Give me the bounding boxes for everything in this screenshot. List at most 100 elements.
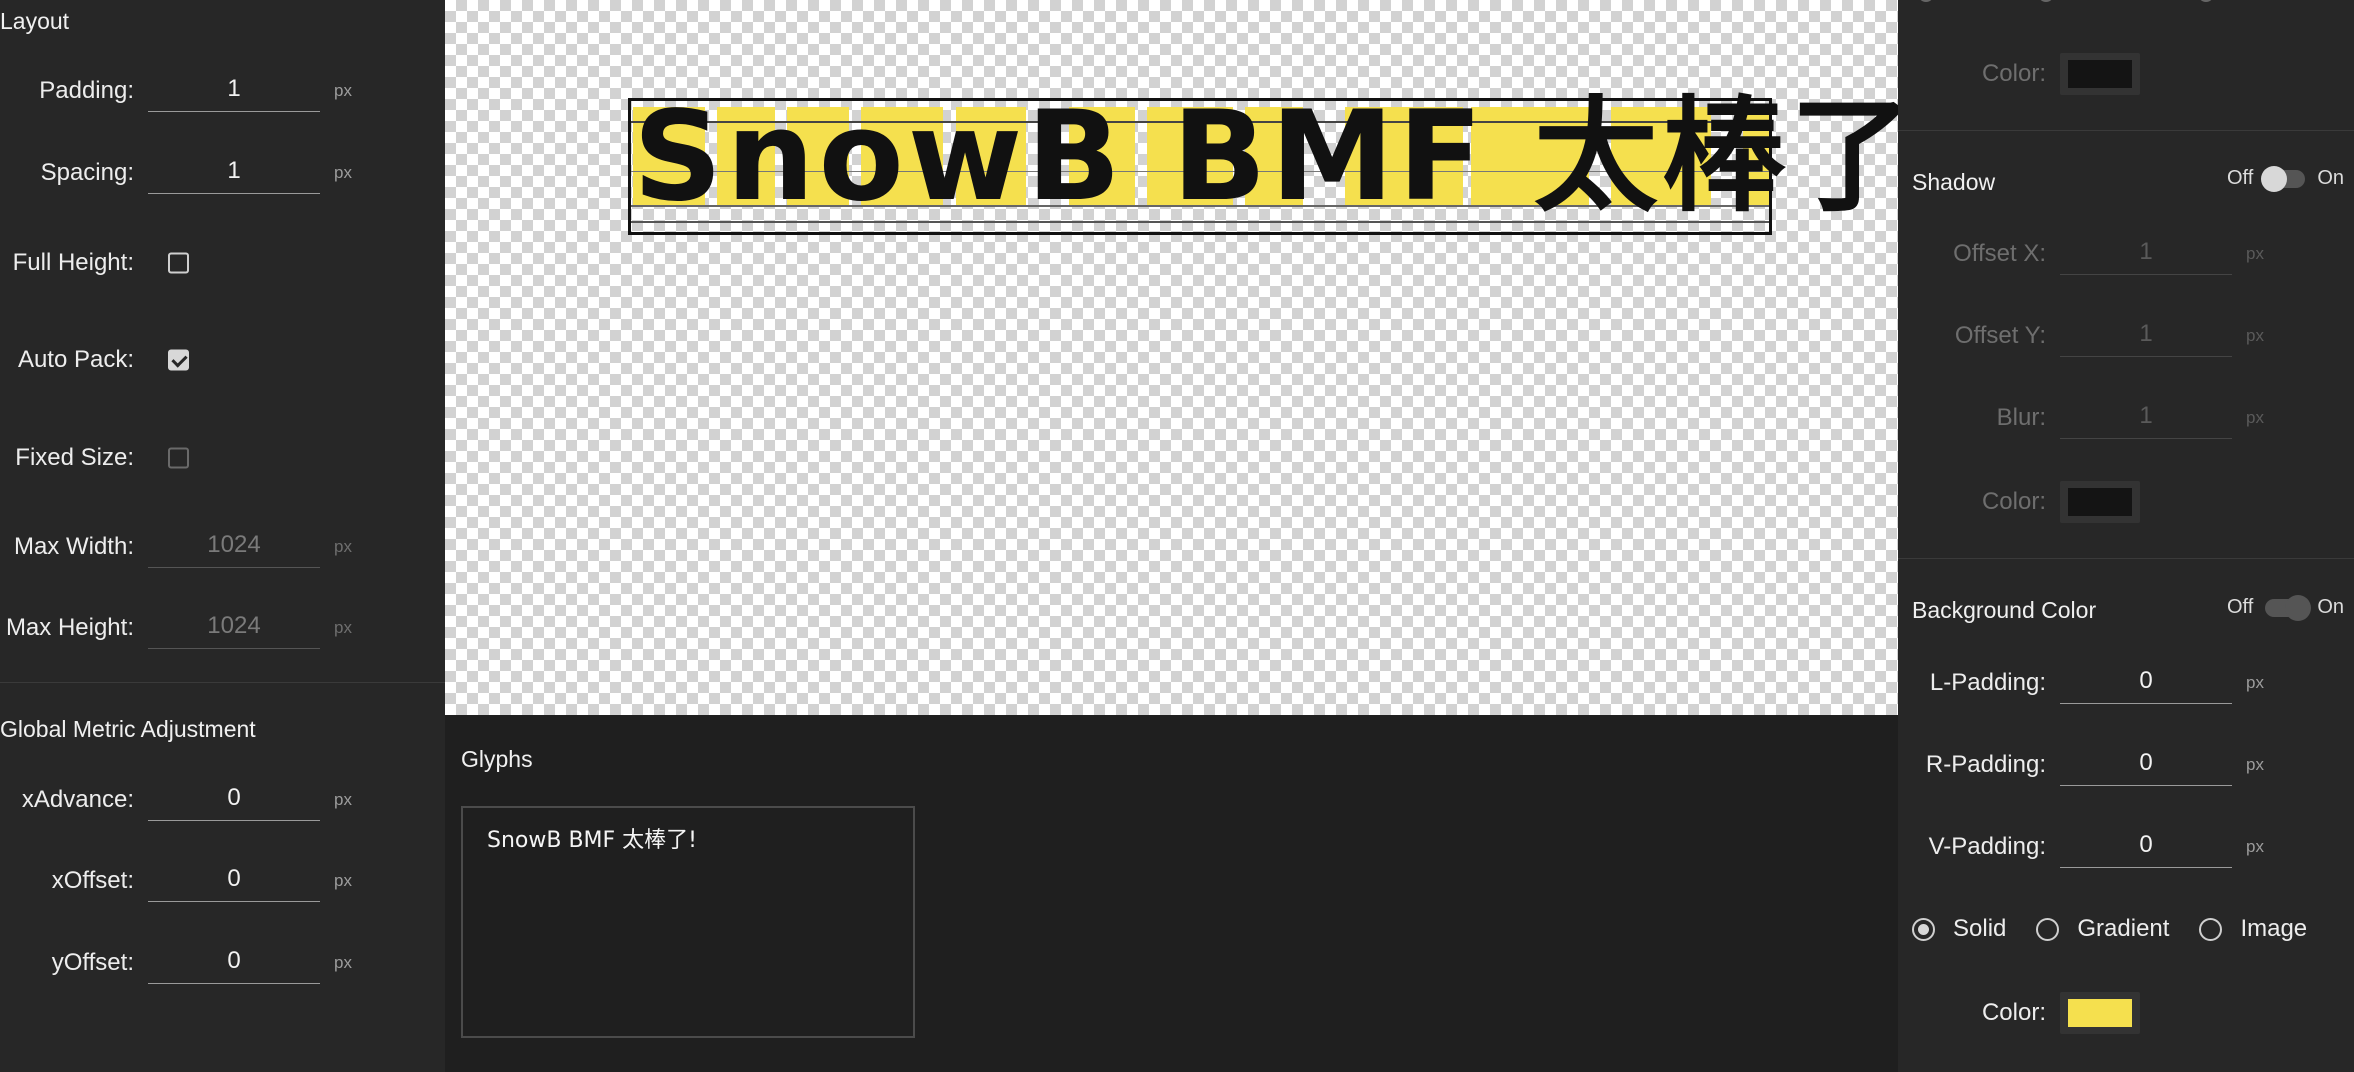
blur-row: Blur: px	[1898, 393, 2354, 443]
glyphs-input[interactable]	[461, 806, 915, 1038]
full-height-row: Full Height:	[0, 238, 445, 288]
shadow-color-label: Color:	[1981, 488, 2046, 515]
v-padding-unit: px	[2246, 837, 2264, 856]
l-padding-label: L-Padding:	[1929, 669, 2046, 696]
max-height-label: Max Height:	[5, 614, 134, 641]
blur-unit: px	[2246, 408, 2264, 427]
full-height-label: Full Height:	[12, 249, 134, 276]
radio-clipped[interactable]	[2038, 0, 2054, 2]
y-offset-input[interactable]	[148, 938, 320, 984]
full-height-checkbox[interactable]	[168, 252, 189, 274]
x-offset-input[interactable]	[148, 856, 320, 902]
l-padding-unit: px	[2246, 673, 2264, 692]
stroke-color-label: Color:	[1981, 60, 2046, 87]
v-padding-row: V-Padding: px	[1898, 822, 2354, 872]
r-padding-label: R-Padding:	[1925, 751, 2046, 778]
x-offset-row: xOffset: px	[0, 856, 445, 906]
background-color-swatch[interactable]	[2060, 992, 2140, 1034]
v-padding-label: V-Padding:	[1928, 833, 2046, 860]
section-divider	[1898, 558, 2354, 559]
atlas-canvas[interactable]: SnowB BMF 太棒了!	[445, 0, 1974, 715]
switch-knob	[2261, 165, 2288, 192]
radio-clipped[interactable]	[1918, 0, 1934, 2]
max-width-label: Max Width:	[13, 533, 134, 560]
offset-x-input[interactable]	[2060, 229, 2232, 275]
background-switch[interactable]	[2265, 594, 2312, 621]
fill-solid-label: Solid	[1953, 915, 2007, 942]
glyphs-title: Glyphs	[461, 746, 533, 772]
fixed-size-label: Fixed Size:	[15, 444, 134, 471]
fill-gradient-option[interactable]: Gradient	[2036, 915, 2169, 943]
fixed-size-row: Fixed Size:	[0, 433, 445, 483]
v-padding-input[interactable]	[2060, 822, 2232, 868]
max-height-unit: px	[334, 618, 352, 637]
background-off-label: Off	[2227, 596, 2254, 619]
padding-row: Padding: px	[0, 66, 445, 116]
offset-x-row: Offset X: px	[1898, 229, 2354, 279]
background-color-label: Color:	[1981, 999, 2046, 1026]
fill-type-group: Solid Gradient Image	[1912, 909, 2337, 949]
r-padding-unit: px	[2246, 755, 2264, 774]
fill-image-label: Image	[2240, 915, 2308, 942]
radio-gradient[interactable]	[2036, 917, 2060, 941]
layout-panel: Layout Padding: px Spacing: px Full Heig…	[0, 0, 445, 1072]
auto-pack-label: Auto Pack:	[17, 346, 134, 373]
stroke-color-row: Color:	[1898, 49, 2354, 99]
padding-input[interactable]	[148, 66, 320, 112]
metric-title: Global Metric Adjustment	[0, 716, 256, 742]
fill-image-option[interactable]: Image	[2199, 915, 2307, 943]
shadow-switch[interactable]	[2261, 165, 2306, 192]
r-padding-input[interactable]	[2060, 740, 2232, 786]
swatch-fill	[2068, 60, 2132, 88]
r-padding-row: R-Padding: px	[1898, 740, 2354, 790]
glyphs-panel: Glyphs	[445, 715, 1898, 1072]
spacing-label: Spacing:	[40, 159, 134, 186]
radio-clipped[interactable]	[2198, 0, 2214, 2]
shadow-color-swatch[interactable]	[2060, 481, 2140, 523]
max-height-input[interactable]	[148, 603, 320, 649]
offset-x-label: Offset X:	[1953, 240, 2046, 267]
background-on-label: On	[2317, 596, 2344, 619]
l-padding-row: L-Padding: px	[1898, 658, 2354, 708]
background-title: Background Color	[1912, 597, 2097, 623]
padding-label: Padding:	[39, 77, 134, 104]
y-offset-label: yOffset:	[51, 949, 134, 976]
x-offset-unit: px	[334, 871, 352, 890]
spacing-unit: px	[334, 163, 352, 182]
layout-title: Layout	[0, 8, 70, 34]
y-offset-row: yOffset: px	[0, 938, 445, 988]
x-advance-unit: px	[334, 790, 352, 809]
offset-y-input[interactable]	[2060, 311, 2232, 357]
offset-y-unit: px	[2246, 326, 2264, 345]
radio-solid[interactable]	[1912, 917, 1935, 941]
swatch-fill	[2068, 488, 2132, 516]
max-height-row: Max Height: px	[0, 603, 445, 653]
offset-y-label: Offset Y:	[1954, 322, 2046, 349]
fill-gradient-label: Gradient	[2077, 915, 2170, 942]
max-width-input[interactable]	[148, 522, 320, 568]
background-toggle[interactable]: Off On	[2227, 594, 2344, 621]
x-advance-label: xAdvance:	[21, 786, 134, 813]
shadow-toggle[interactable]: Off On	[2227, 165, 2344, 192]
section-divider	[0, 682, 445, 683]
x-offset-label: xOffset:	[51, 867, 134, 894]
max-width-row: Max Width: px	[0, 522, 445, 572]
spacing-input[interactable]	[148, 148, 320, 194]
auto-pack-checkbox[interactable]	[168, 349, 189, 371]
shadow-color-row: Color:	[1898, 477, 2354, 527]
style-panel: Color: Shadow Off On Offset X: px Offset …	[1898, 0, 2354, 1072]
max-width-unit: px	[334, 537, 352, 556]
offset-x-unit: px	[2246, 244, 2264, 263]
l-padding-input[interactable]	[2060, 658, 2232, 704]
blur-label: Blur:	[1996, 404, 2046, 431]
x-advance-input[interactable]	[148, 775, 320, 821]
blur-input[interactable]	[2060, 393, 2232, 439]
offset-y-row: Offset Y: px	[1898, 311, 2354, 361]
stroke-color-swatch[interactable]	[2060, 53, 2140, 95]
shadow-title: Shadow	[1912, 169, 1996, 195]
fixed-size-checkbox[interactable]	[168, 447, 189, 469]
shadow-off-label: Off	[2227, 167, 2254, 190]
radio-image[interactable]	[2199, 917, 2223, 941]
fill-solid-option[interactable]: Solid	[1912, 915, 2006, 943]
glyph-atlas-preview: SnowB BMF 太棒了!	[628, 95, 1974, 235]
